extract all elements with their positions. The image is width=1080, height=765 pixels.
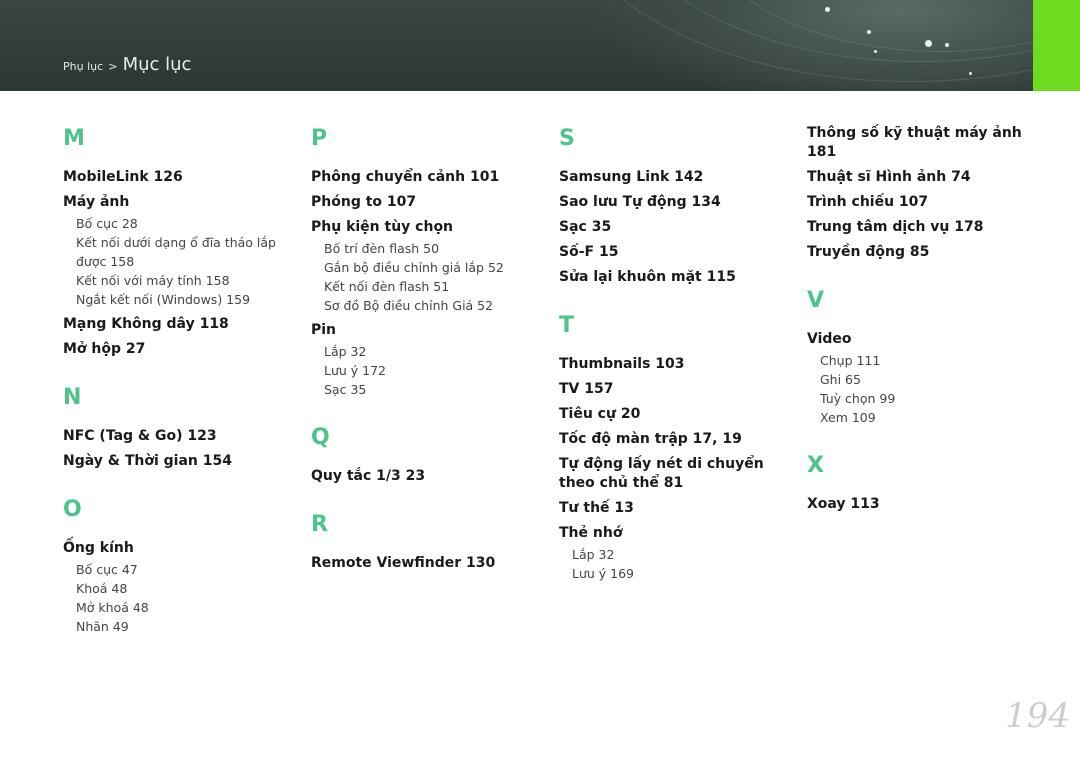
light-dot bbox=[867, 30, 871, 34]
index-letter-o: O bbox=[63, 497, 82, 522]
index-entry[interactable]: Phông chuyển cảnh 101 bbox=[311, 168, 543, 187]
index-letter-v: V bbox=[807, 288, 825, 313]
index-subentry[interactable]: Bố trí đèn flash 50 bbox=[311, 239, 543, 258]
index-entry[interactable]: Remote Viewfinder 130 bbox=[311, 554, 543, 573]
breadcrumb-parent[interactable]: Phụ lục bbox=[63, 60, 103, 73]
light-dot bbox=[945, 43, 949, 47]
index-letter-m: M bbox=[63, 126, 85, 151]
index-entry[interactable]: Video bbox=[807, 330, 1039, 349]
index-letter-s: S bbox=[559, 126, 575, 151]
light-dot bbox=[969, 72, 972, 75]
index-subentry[interactable]: Sơ đồ Bộ điều chỉnh Giá 52 bbox=[311, 296, 543, 315]
index-entry[interactable]: Tốc độ màn trập 17, 19 bbox=[559, 430, 791, 449]
index-entry[interactable]: Samsung Link 142 bbox=[559, 168, 791, 187]
breadcrumb: Phụ lục > Mục lục bbox=[63, 54, 191, 75]
index-entry[interactable]: Thumbnails 103 bbox=[559, 355, 791, 374]
index-entry[interactable]: Xoay 113 bbox=[807, 495, 1039, 514]
index-entry[interactable]: Mạng Không dây 118 bbox=[63, 315, 295, 334]
index-subentry[interactable]: Bố cục 47 bbox=[63, 560, 295, 579]
breadcrumb-current: Mục lục bbox=[122, 54, 192, 75]
index-entry[interactable]: Pin bbox=[311, 321, 543, 340]
index-entry[interactable]: Sạc 35 bbox=[559, 218, 791, 237]
index-entry[interactable]: Tự động lấy nét di chuyển theo chủ thể 8… bbox=[559, 455, 789, 493]
index-entry[interactable]: Máy ảnh bbox=[63, 193, 295, 212]
index-subentry[interactable]: Lắp 32 bbox=[559, 545, 791, 564]
index-subentry[interactable]: Tuỳ chọn 99 bbox=[807, 389, 1039, 408]
index-entry[interactable]: Phóng to 107 bbox=[311, 193, 543, 212]
light-dot bbox=[825, 7, 830, 12]
index-subentry[interactable]: Lưu ý 172 bbox=[311, 361, 543, 380]
index-entry[interactable]: TV 157 bbox=[559, 380, 791, 399]
index-letter-x: X bbox=[807, 453, 824, 478]
index-entry[interactable]: Trình chiếu 107 bbox=[807, 193, 1039, 212]
index-entry[interactable]: Trung tâm dịch vụ 178 bbox=[807, 218, 1039, 237]
breadcrumb-separator: > bbox=[108, 60, 118, 73]
index-entry[interactable]: Sao lưu Tự động 134 bbox=[559, 193, 791, 212]
subentry-list: Lắp 32 Lưu ý 169 bbox=[559, 545, 791, 583]
light-dot bbox=[925, 40, 932, 47]
index-letter-r: R bbox=[311, 512, 328, 537]
index-entry[interactable]: Thuật sĩ Hình ảnh 74 bbox=[807, 168, 1039, 187]
subentry-list: Bố cục 47 Khoá 48 Mở khoá 48 Nhãn 49 bbox=[63, 560, 295, 636]
index-entry[interactable]: Quy tắc 1/3 23 bbox=[311, 467, 543, 486]
subentry-list: Lắp 32 Lưu ý 172 Sạc 35 bbox=[311, 342, 543, 399]
index-entry[interactable]: NFC (Tag & Go) 123 bbox=[63, 427, 295, 446]
index-letter-t: T bbox=[559, 313, 575, 338]
index-column-3: S Samsung Link 142 Sao lưu Tự động 134 S… bbox=[559, 122, 791, 589]
index-entry[interactable]: MobileLink 126 bbox=[63, 168, 295, 187]
page-number: 194 bbox=[1005, 696, 1070, 736]
index-letter-p: P bbox=[311, 126, 328, 151]
index-column-2: P Phông chuyển cảnh 101 Phóng to 107 Phụ… bbox=[311, 122, 543, 579]
index-subentry[interactable]: Mở khoá 48 bbox=[63, 598, 295, 617]
index-subentry[interactable]: Lưu ý 169 bbox=[559, 564, 791, 583]
index-entry[interactable]: Thông số kỹ thuật máy ảnh 181 bbox=[807, 124, 1039, 162]
index-subentry[interactable]: Ngắt kết nối (Windows) 159 bbox=[63, 290, 295, 309]
index-entry[interactable]: Tư thế 13 bbox=[559, 499, 791, 518]
section-tab[interactable] bbox=[1033, 0, 1080, 91]
index-entry[interactable]: Truyền động 85 bbox=[807, 243, 1039, 262]
index-letter-n: N bbox=[63, 385, 82, 410]
index-subentry[interactable]: Kết nối dưới dạng ổ đĩa tháo lắp được 15… bbox=[63, 233, 295, 271]
index-subentry[interactable]: Chụp 111 bbox=[807, 351, 1039, 370]
index-entry[interactable]: Phụ kiện tùy chọn bbox=[311, 218, 543, 237]
index-column-1: M MobileLink 126 Máy ảnh Bố cục 28 Kết n… bbox=[63, 122, 295, 642]
index-subentry[interactable]: Bố cục 28 bbox=[63, 214, 295, 233]
header-banner: Phụ lục > Mục lục bbox=[0, 0, 1080, 91]
index-subentry[interactable]: Kết nối đèn flash 51 bbox=[311, 277, 543, 296]
index-subentry[interactable]: Khoá 48 bbox=[63, 579, 295, 598]
index-letter-q: Q bbox=[311, 425, 330, 450]
subentry-list: Bố cục 28 Kết nối dưới dạng ổ đĩa tháo l… bbox=[63, 214, 295, 309]
index-column-4: Thông số kỹ thuật máy ảnh 181 Thuật sĩ H… bbox=[807, 124, 1039, 520]
index-entry[interactable]: Thẻ nhớ bbox=[559, 524, 791, 543]
index-subentry[interactable]: Sạc 35 bbox=[311, 380, 543, 399]
index-subentry[interactable]: Kết nối với máy tính 158 bbox=[63, 271, 295, 290]
subentry-list: Bố trí đèn flash 50 Gắn bộ điều chỉnh gi… bbox=[311, 239, 543, 315]
index-entry[interactable]: Ống kính bbox=[63, 539, 295, 558]
index-subentry[interactable]: Nhãn 49 bbox=[63, 617, 295, 636]
subentry-list: Chụp 111 Ghi 65 Tuỳ chọn 99 Xem 109 bbox=[807, 351, 1039, 427]
index-subentry[interactable]: Ghi 65 bbox=[807, 370, 1039, 389]
index-subentry[interactable]: Gắn bộ điều chỉnh giá lắp 52 bbox=[311, 258, 543, 277]
index-subentry[interactable]: Lắp 32 bbox=[311, 342, 543, 361]
index-entry[interactable]: Mở hộp 27 bbox=[63, 340, 295, 359]
index-subentry[interactable]: Xem 109 bbox=[807, 408, 1039, 427]
index-entry[interactable]: Tiêu cự 20 bbox=[559, 405, 791, 424]
index-entry[interactable]: Sửa lại khuôn mặt 115 bbox=[559, 268, 791, 287]
index-entry[interactable]: Ngày & Thời gian 154 bbox=[63, 452, 295, 471]
light-dot bbox=[874, 50, 877, 53]
index-entry[interactable]: Số-F 15 bbox=[559, 243, 791, 262]
